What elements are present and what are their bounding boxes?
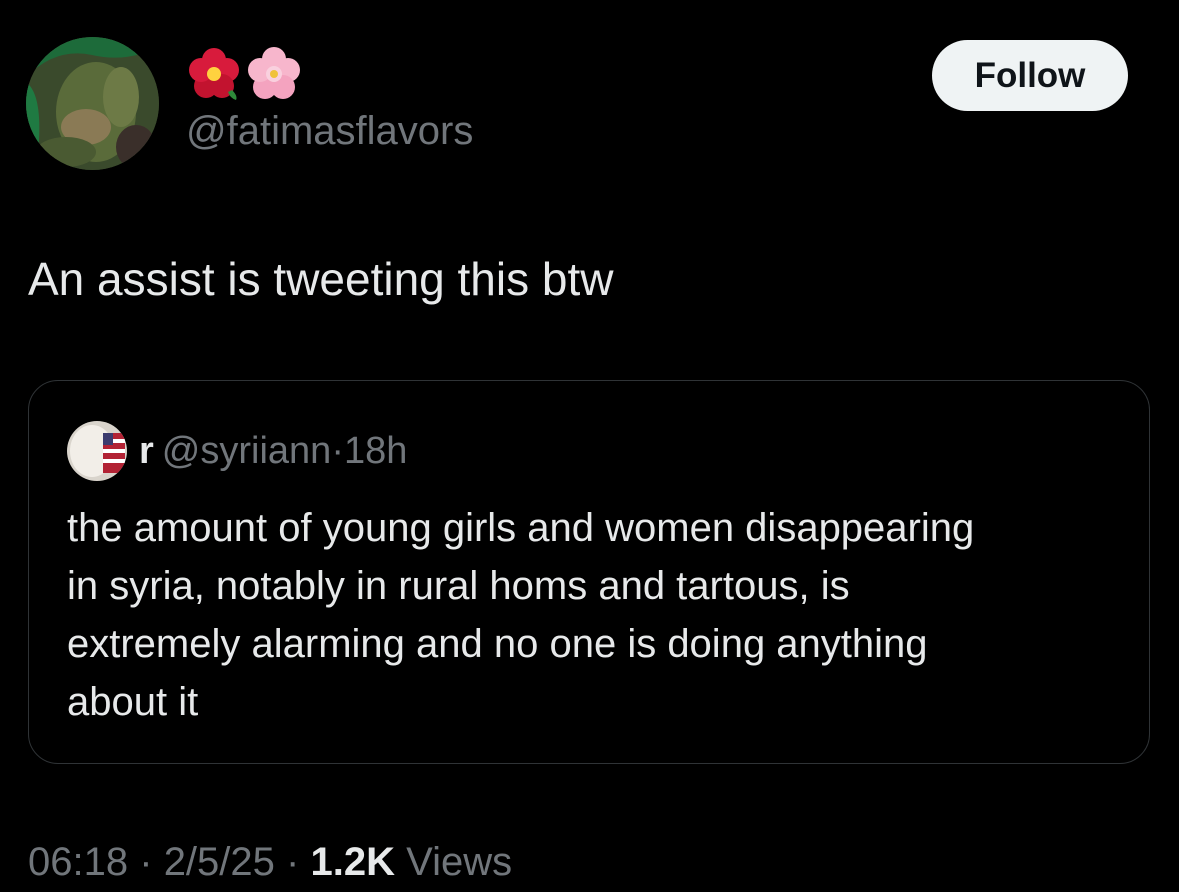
separator-dot: · xyxy=(286,840,300,884)
quoted-author-name[interactable]: r xyxy=(139,430,154,472)
quoted-tweet-time[interactable]: 18h xyxy=(344,430,407,472)
quoted-tweet-card[interactable]: r @syriiann·18h the amount of young girls… xyxy=(28,380,1150,764)
separator-dot: · xyxy=(139,840,153,884)
separator-dot: · xyxy=(331,430,344,472)
views-count: 1.2K xyxy=(310,840,395,884)
quoted-tweet-line: about it xyxy=(67,680,199,724)
quoted-tweet-line: in syria, notably in rural homs and tart… xyxy=(67,564,850,608)
cherry-blossom-icon xyxy=(246,46,302,102)
hibiscus-icon xyxy=(186,46,242,102)
follow-button[interactable]: Follow xyxy=(932,40,1128,111)
tweet-date[interactable]: 2/5/25 xyxy=(164,840,275,884)
tweet-meta: 06:18 · 2/5/25 · 1.2K Views xyxy=(28,836,512,888)
quoted-tweet-line: the amount of young girls and women disa… xyxy=(67,506,975,550)
author-avatar[interactable] xyxy=(26,37,159,170)
author-handle[interactable]: @fatimasflavors xyxy=(186,107,473,155)
quoted-tweet-line: extremely alarming and no one is doing a… xyxy=(67,622,928,666)
quoted-tweet-text: the amount of young girls and women disa… xyxy=(67,499,1127,731)
quoted-author-handle[interactable]: @syriiann xyxy=(162,430,332,472)
author-display-name[interactable] xyxy=(186,46,306,110)
quoted-author-avatar[interactable] xyxy=(67,421,127,481)
tweet-text: An assist is tweeting this btw xyxy=(28,253,614,305)
quoted-tweet-header: r @syriiann·18h xyxy=(67,421,407,481)
tweet-time[interactable]: 06:18 xyxy=(28,840,128,884)
views-label: Views xyxy=(406,840,513,884)
